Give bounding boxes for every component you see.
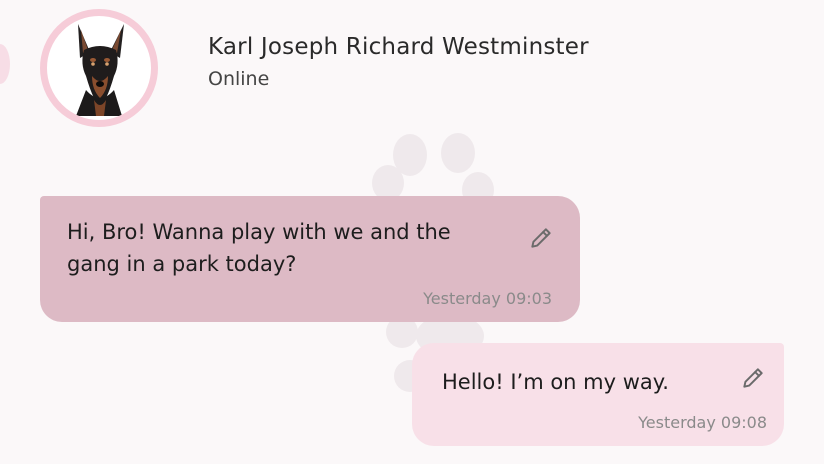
contact-avatar[interactable] <box>40 9 158 127</box>
message-timestamp: Yesterday 09:03 <box>423 289 552 308</box>
message-timestamp: Yesterday 09:08 <box>638 413 767 432</box>
message-text: Hi, Bro! Wanna play with we and the gang… <box>67 220 451 276</box>
outgoing-message-bubble[interactable]: Hello! I’m on my way. Yesterday 09:08 <box>412 343 784 446</box>
incoming-message-bubble[interactable]: Hi, Bro! Wanna play with we and the gang… <box>40 196 580 322</box>
edit-message-button[interactable] <box>738 363 768 393</box>
pencil-icon <box>531 228 551 248</box>
contact-info: Karl Joseph Richard Westminster Online <box>208 34 589 90</box>
edit-message-button[interactable] <box>526 223 556 253</box>
pencil-icon <box>743 368 763 388</box>
doberman-avatar-icon <box>76 24 124 116</box>
contact-name: Karl Joseph Richard Westminster <box>208 34 589 60</box>
chat-header: Karl Joseph Richard Westminster Online <box>40 8 589 128</box>
contact-status: Online <box>208 68 270 90</box>
message-text: Hello! I’m on my way. <box>442 370 669 394</box>
